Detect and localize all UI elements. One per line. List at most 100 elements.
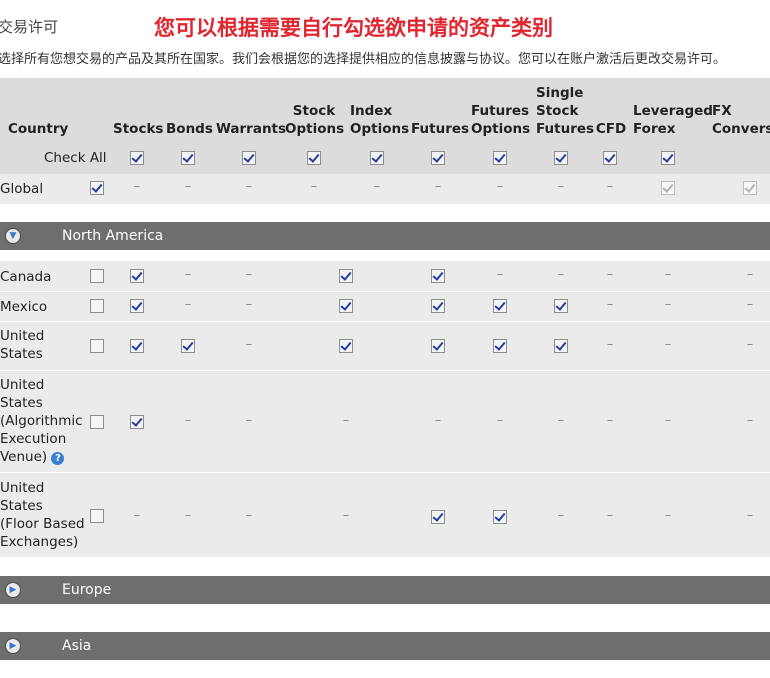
chevron-down-circle-icon[interactable]: ▼ <box>5 228 21 244</box>
check-all-index-options[interactable] <box>370 151 384 165</box>
col-stock-options-line2: Options <box>285 121 345 137</box>
table-row-us-algo <box>0 371 770 473</box>
us-ssf-checkbox[interactable] <box>554 339 568 353</box>
region-north-america[interactable]: ▼ North America <box>0 222 770 250</box>
check-all-futures[interactable] <box>431 151 445 165</box>
us-algo-fx-convers-na: – <box>746 413 754 428</box>
mexico-country-checkbox[interactable] <box>90 299 104 313</box>
col-leveraged-forex-line2: Forex <box>633 121 676 137</box>
us-floor-ssf-na: – <box>557 508 565 523</box>
us-floor-futures-checkbox[interactable] <box>431 510 445 524</box>
region-asia[interactable]: ▶ Asia <box>0 632 770 660</box>
canada-country-checkbox[interactable] <box>90 269 104 283</box>
global-stocks-na: – <box>133 179 141 194</box>
us-futures-options-checkbox[interactable] <box>493 339 507 353</box>
check-all-warrants[interactable] <box>242 151 256 165</box>
chevron-right-circle-icon[interactable]: ▶ <box>5 638 21 654</box>
headline: 您可以根据需要自行勾选欲申请的资产类别 <box>154 16 553 40</box>
chevron-right-circle-icon[interactable]: ▶ <box>5 582 21 598</box>
us-leveraged-forex-na: – <box>664 337 672 352</box>
country-us-floor-line2: States <box>0 498 43 514</box>
check-all-futures-options[interactable] <box>493 151 507 165</box>
col-country: Country <box>8 121 69 137</box>
country-global: Global <box>0 181 44 197</box>
mexico-index-options-checkbox[interactable] <box>339 299 353 313</box>
country-us-floor-line3: (Floor Based <box>0 516 85 532</box>
table-row-us-floor <box>0 473 770 558</box>
check-all-bonds[interactable] <box>181 151 195 165</box>
check-all-leveraged-forex[interactable] <box>661 151 675 165</box>
global-futures-na: – <box>434 179 442 194</box>
global-bonds-na: – <box>184 179 192 194</box>
mexico-futures-checkbox[interactable] <box>431 299 445 313</box>
us-country-checkbox[interactable] <box>90 339 104 353</box>
us-algo-leveraged-forex-na: – <box>664 413 672 428</box>
help-icon[interactable]: ? <box>51 452 65 465</box>
us-algo-country-checkbox[interactable] <box>90 415 104 429</box>
col-futures: Futures <box>411 121 470 137</box>
global-futures-options-na: – <box>496 179 504 194</box>
region-europe[interactable]: ▶ Europe <box>0 576 770 604</box>
col-futures-options: Futures Options <box>471 102 530 138</box>
canada-futures-options-na: – <box>496 267 504 282</box>
us-floor-futures-options-checkbox[interactable] <box>493 510 507 524</box>
col-leveraged-forex-line1: Leveraged <box>633 103 713 119</box>
mexico-stocks-checkbox[interactable] <box>130 299 144 313</box>
us-algo-stocks-checkbox[interactable] <box>130 415 144 429</box>
section-label: 交易许可 <box>0 18 59 36</box>
col-ssf-line3: Futures <box>536 121 595 137</box>
canada-futures-checkbox[interactable] <box>431 269 445 283</box>
us-futures-checkbox[interactable] <box>431 339 445 353</box>
col-cfd: CFD <box>595 121 627 137</box>
table-row-mexico <box>0 292 770 322</box>
us-warrants-na: – <box>245 337 253 352</box>
region-asia-label: Asia <box>62 638 92 654</box>
region-europe-label: Europe <box>62 582 112 598</box>
us-stocks-checkbox[interactable] <box>130 339 144 353</box>
global-ssf-na: – <box>557 179 565 194</box>
check-all-single-stock-futures[interactable] <box>554 151 568 165</box>
country-us-algo-line5-wrap: Venue) ? <box>0 448 83 466</box>
us-index-options-checkbox[interactable] <box>339 339 353 353</box>
us-floor-country-checkbox[interactable] <box>90 509 104 523</box>
mexico-futures-options-checkbox[interactable] <box>493 299 507 313</box>
us-algo-warrants-na: – <box>245 413 253 428</box>
global-country-checkbox[interactable] <box>90 181 104 195</box>
us-floor-warrants-na: – <box>245 508 253 523</box>
col-index-options-line2: Options <box>350 121 410 137</box>
col-ssf-line2: Stock <box>536 103 579 119</box>
country-us-algo-line4: Execution <box>0 431 67 447</box>
check-all-stock-options[interactable] <box>307 151 321 165</box>
col-index-options: Index Options <box>350 102 409 138</box>
global-cfd-na: – <box>606 179 614 194</box>
us-fx-convers-na: – <box>746 337 754 352</box>
canada-fx-convers-na: – <box>746 267 754 282</box>
country-us-line1: United <box>0 328 45 344</box>
check-all-cfd[interactable] <box>603 151 617 165</box>
mexico-ssf-checkbox[interactable] <box>554 299 568 313</box>
canada-index-options-checkbox[interactable] <box>339 269 353 283</box>
canada-stocks-checkbox[interactable] <box>130 269 144 283</box>
country-us-algo-line3: (Algorithmic <box>0 413 83 429</box>
us-floor-cfd-na: – <box>606 508 614 523</box>
us-cfd-na: – <box>606 337 614 352</box>
table-row-canada <box>0 261 770 292</box>
check-all-stocks[interactable] <box>130 151 144 165</box>
intro-text: 选择所有您想交易的产品及其所在国家。我们会根据您的选择提供相应的信息披露与协议。… <box>0 52 727 67</box>
global-stock-options-na: – <box>310 179 318 194</box>
country-mexico: Mexico <box>0 299 48 315</box>
us-bonds-checkbox[interactable] <box>181 339 195 353</box>
col-single-stock-futures: Single Stock Futures <box>536 84 594 138</box>
global-index-options-na: – <box>373 179 381 194</box>
country-us-line2: States <box>0 346 43 362</box>
col-warrants: Warrants <box>216 121 287 137</box>
us-floor-leveraged-forex-na: – <box>664 508 672 523</box>
mexico-bonds-na: – <box>184 297 192 312</box>
check-all-label: Check All <box>44 150 107 166</box>
country-us-algo-line1: United <box>0 377 45 393</box>
mexico-leveraged-forex-na: – <box>664 297 672 312</box>
us-algo-cfd-na: – <box>606 413 614 428</box>
canada-warrants-na: – <box>245 267 253 282</box>
mexico-fx-convers-na: – <box>746 297 754 312</box>
canada-bonds-na: – <box>184 267 192 282</box>
